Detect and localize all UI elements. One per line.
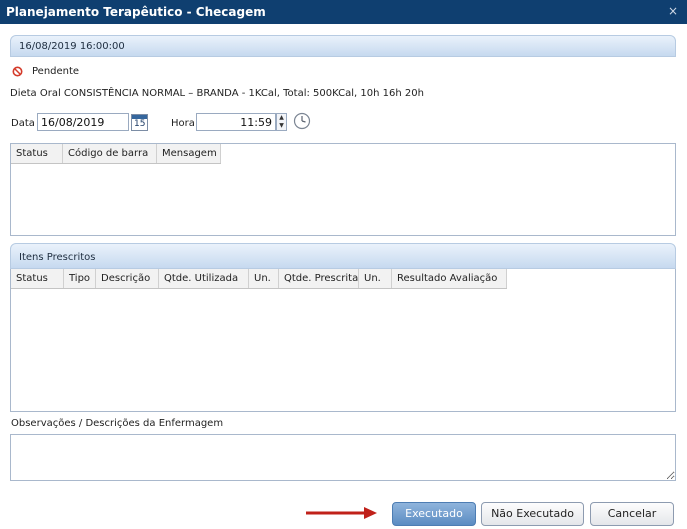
items-section-title: Itens Prescritos (19, 252, 96, 263)
chevron-up-icon[interactable]: ▲ (277, 114, 286, 122)
close-icon[interactable]: × (668, 4, 678, 18)
cancel-button[interactable]: Cancelar (590, 502, 674, 526)
date-input[interactable] (37, 113, 129, 131)
date-label: Data (11, 118, 35, 129)
arrow-right-icon (306, 507, 377, 519)
datetime-header: 16/08/2019 16:00:00 (10, 35, 676, 57)
window-title: Planejamento Terapêutico - Checagem (6, 5, 266, 19)
column-header-status[interactable]: Status (11, 269, 64, 288)
clock-icon[interactable] (293, 112, 311, 130)
items-grid-header: Status Tipo Descrição Qtde. Utilizada Un… (11, 269, 507, 289)
time-label: Hora (171, 118, 195, 129)
barcode-grid: Status Código de barra Mensagem (10, 143, 676, 236)
column-header-status[interactable]: Status (11, 144, 63, 163)
chevron-down-icon[interactable]: ▼ (277, 122, 286, 130)
column-header-unit[interactable]: Un. (249, 269, 279, 288)
calendar-icon[interactable]: 15 (131, 114, 148, 131)
column-header-barcode[interactable]: Código de barra (63, 144, 157, 163)
items-grid: Status Tipo Descrição Qtde. Utilizada Un… (10, 269, 676, 412)
column-header-qty-used[interactable]: Qtde. Utilizada (159, 269, 249, 288)
barcode-grid-header: Status Código de barra Mensagem (11, 144, 221, 164)
window-titlebar: Planejamento Terapêutico - Checagem × (0, 0, 687, 24)
column-header-type[interactable]: Tipo (64, 269, 96, 288)
datetime-header-label: 16/08/2019 16:00:00 (19, 41, 125, 52)
column-header-qty-prescribed[interactable]: Qtde. Prescrita (279, 269, 359, 288)
column-header-evaluation-result[interactable]: Resultado Avaliação (392, 269, 507, 288)
calendar-day-number: 15 (134, 119, 146, 129)
time-input[interactable] (196, 113, 276, 131)
executed-button[interactable]: Executado (392, 502, 476, 526)
pending-status-icon (12, 66, 23, 77)
status-label: Pendente (32, 66, 80, 77)
column-header-description[interactable]: Descrição (96, 269, 159, 288)
observations-textarea[interactable] (10, 434, 676, 481)
items-section-header: Itens Prescritos (10, 243, 676, 269)
not-executed-button[interactable]: Não Executado (481, 502, 584, 526)
column-header-unit-2[interactable]: Un. (359, 269, 392, 288)
column-header-message[interactable]: Mensagem (157, 144, 221, 163)
observations-label: Observações / Descrições da Enfermagem (11, 418, 224, 429)
diet-description: Dieta Oral CONSISTÊNCIA NORMAL – BRANDA … (10, 88, 424, 99)
time-stepper[interactable]: ▲ ▼ (276, 113, 287, 131)
